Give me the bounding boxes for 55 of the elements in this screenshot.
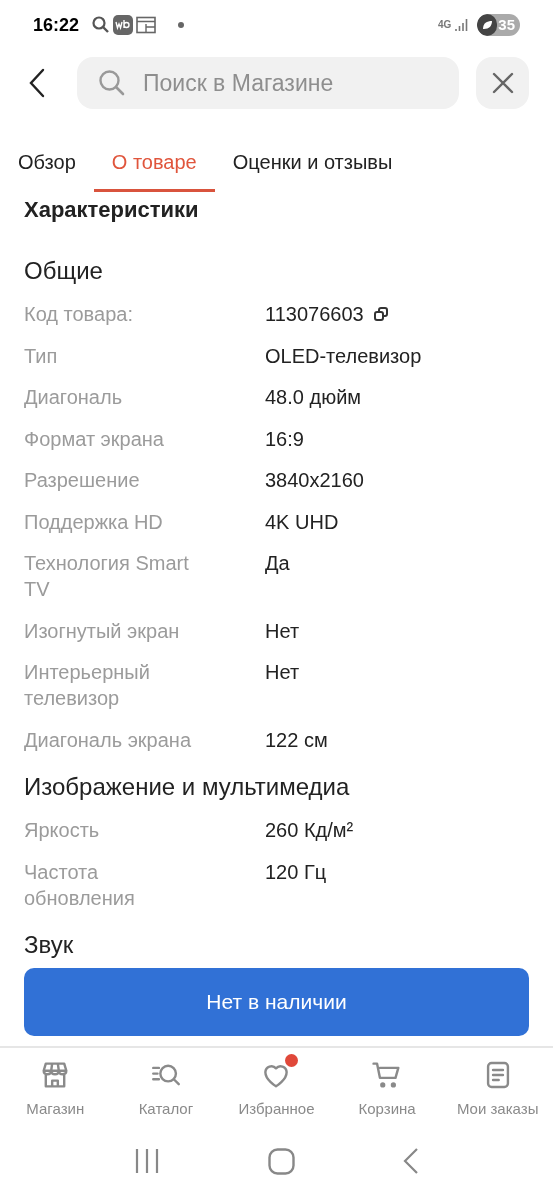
spec-value: OLED-телевизор	[265, 343, 422, 369]
close-icon	[491, 72, 514, 94]
spec-value: 16:9	[265, 426, 304, 452]
search-icon	[97, 68, 127, 98]
spec-value: 4K UHD	[265, 509, 339, 535]
tab[interactable]: О товаре	[93, 116, 215, 192]
spec-label: Код товара:	[24, 302, 134, 327]
nav-item[interactable]: Мои заказы	[442, 1048, 553, 1130]
group-heading: Общие	[24, 256, 104, 286]
network-label: 4G	[437, 20, 452, 30]
search-field[interactable]: Поиск в Магазине	[77, 57, 459, 109]
group-heading: Звук	[24, 930, 75, 958]
spec-value: 260 Кд/м²	[265, 818, 354, 843]
tab[interactable]: Обзор	[0, 116, 94, 192]
nav-item[interactable]: Избранное	[221, 1048, 332, 1130]
battery-level: 35	[498, 14, 515, 35]
spec-value: 122 см	[265, 727, 328, 753]
close-button[interactable]	[476, 57, 529, 109]
signal-icon	[455, 18, 470, 32]
spec-label: Диагональ	[24, 385, 124, 410]
spec-value: 120 Гц	[265, 859, 327, 885]
spec-label: Разрешение	[24, 468, 141, 493]
status-time: 16:22	[33, 13, 80, 37]
spec-label: Яркость	[24, 818, 101, 843]
spec-label: Частота обновления	[24, 859, 136, 911]
spec-label: Тип	[24, 343, 59, 369]
back-icon	[28, 68, 46, 98]
back-icon[interactable]	[403, 1148, 419, 1174]
leaf-icon	[481, 19, 494, 31]
spec-label: Интерьерный телевизор	[24, 660, 151, 711]
spec-value: Нет	[265, 618, 300, 644]
calendar-icon	[136, 16, 157, 34]
group-heading: Изображение и мультимедиа	[24, 772, 351, 802]
recent-apps-icon[interactable]	[134, 1148, 160, 1174]
section-heading: Характеристики	[24, 196, 200, 224]
notification-dot-icon	[178, 22, 185, 28]
nav-item[interactable]: Корзина	[331, 1048, 443, 1130]
spec-label: Формат экрана	[24, 426, 165, 452]
spec-label: Технология Smart TV	[24, 551, 190, 602]
app-notification-icon	[113, 15, 134, 35]
nav-item[interactable]: Магазин	[0, 1048, 111, 1130]
search-input[interactable]: Поиск в Магазине	[143, 65, 439, 101]
tab[interactable]: Оценки и отзывы	[214, 116, 411, 192]
spec-label: Диагональ экрана	[24, 727, 192, 753]
spec-value: 113076603	[265, 302, 364, 327]
spec-value: Да	[265, 551, 290, 576]
home-icon[interactable]	[268, 1147, 295, 1175]
spec-value: 3840x2160	[265, 468, 364, 493]
spec-label: Изогнутый экран	[24, 618, 181, 644]
spec-value: 48.0 дюйм	[265, 385, 362, 410]
out-of-stock-button[interactable]: Нет в наличии	[24, 968, 529, 1036]
spec-label: Поддержка HD	[24, 509, 164, 535]
nav-item[interactable]: Каталог	[110, 1048, 222, 1130]
spec-value: Нет	[265, 660, 300, 685]
copy-icon[interactable]	[373, 307, 388, 321]
